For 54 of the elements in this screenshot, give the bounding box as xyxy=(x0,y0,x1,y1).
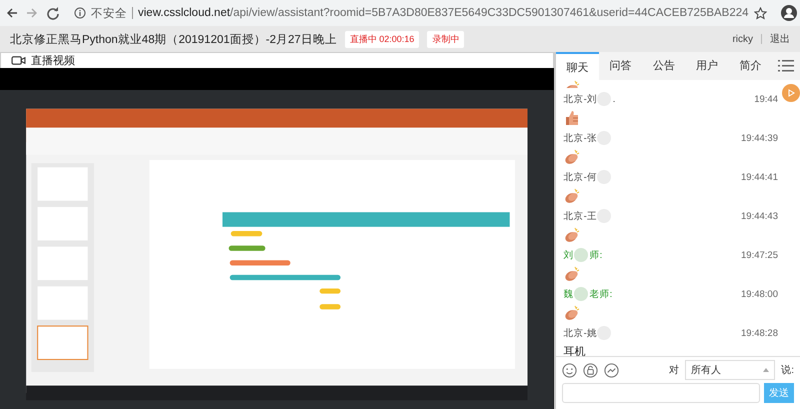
message-input[interactable] xyxy=(562,383,760,403)
clap-emoji-icon xyxy=(564,305,580,321)
image-icon[interactable] xyxy=(604,362,619,378)
message-text: 耳机 xyxy=(564,345,587,356)
thumbs-up-emoji-icon xyxy=(564,110,580,126)
message-time: 19:48:28 xyxy=(741,328,778,338)
live-status-badge: 直播中 02:00:16 xyxy=(344,30,420,48)
blurred-name-mask xyxy=(574,248,588,262)
blurred-name-mask xyxy=(574,287,588,301)
clap-emoji-icon xyxy=(564,227,580,243)
message-time: 19:48:00 xyxy=(741,288,778,300)
video-title: 直播视频 xyxy=(31,54,75,68)
message-time: 19:47:25 xyxy=(741,250,778,260)
play-icon xyxy=(786,88,796,98)
clap-emoji-icon xyxy=(564,188,580,204)
star-icon[interactable] xyxy=(754,6,767,20)
recording-badge: 录制中 xyxy=(427,30,464,48)
security-label: 不安全 xyxy=(91,6,127,20)
chat-tab[interactable]: 公告 xyxy=(642,52,686,80)
clap-emoji-icon xyxy=(564,149,580,165)
chat-tab[interactable]: 聊天 xyxy=(556,52,599,80)
user-name: ricky xyxy=(732,34,753,44)
sender-name-suffix: 师: xyxy=(590,248,602,262)
chat-tab[interactable]: 用户 xyxy=(685,52,729,80)
reload-icon[interactable] xyxy=(46,6,60,20)
course-title: 北京修正黑马Python就业48期（20191201面授）-2月27日晚上 xyxy=(10,32,337,46)
chat-tab[interactable]: 简介 xyxy=(728,52,772,80)
caret-icon xyxy=(763,368,770,372)
message-time: 19:44:41 xyxy=(741,172,778,182)
chat-tab[interactable]: 问答 xyxy=(598,52,642,80)
sender-name: 北京-刘 xyxy=(564,92,597,106)
message-time: 19:44:39 xyxy=(741,132,778,144)
message-time: 19:44:43 xyxy=(741,210,778,222)
account-icon[interactable] xyxy=(780,5,797,21)
sender-name-suffix: . xyxy=(612,94,616,104)
recipient-select[interactable]: 所有人 xyxy=(685,360,776,380)
camera-icon xyxy=(11,55,26,66)
smiley-icon[interactable] xyxy=(562,362,577,378)
sender-name-suffix: 老师: xyxy=(590,288,612,300)
to-label: 对 xyxy=(669,364,680,377)
sender-name: 刘 xyxy=(564,248,574,262)
sender-name: 北京-王 xyxy=(564,210,597,222)
clap-emoji-icon xyxy=(564,266,580,282)
sender-name: 北京-张 xyxy=(564,132,597,144)
message-time: 19:44 xyxy=(754,94,778,104)
lock-icon[interactable] xyxy=(582,362,598,378)
say-label: 说: xyxy=(781,364,794,377)
info-icon xyxy=(74,7,86,19)
url-text: view.csslcloud.net/api/view/assistant?roomid=5B7A3D80E837E5649C33DC5901307461&userid=44CACEB725BAB224 xyxy=(138,7,749,19)
sender-name: 北京-何 xyxy=(564,170,597,184)
sender-name: 魏 xyxy=(564,288,574,300)
sender-name: 北京-姚 xyxy=(564,326,597,340)
logout-link[interactable]: 退出 xyxy=(770,32,790,46)
back-icon[interactable] xyxy=(6,7,18,19)
